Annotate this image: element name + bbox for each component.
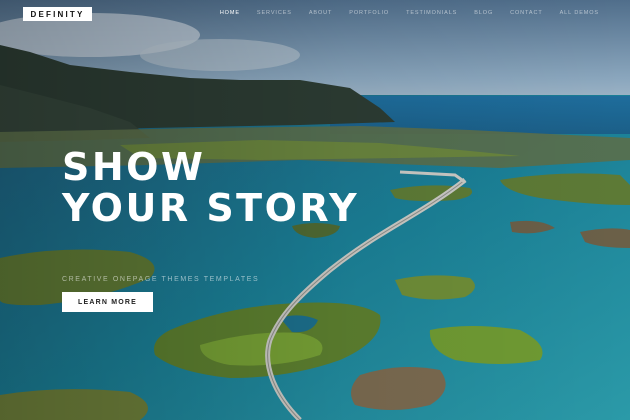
nav-item-home[interactable]: HOME bbox=[220, 10, 240, 16]
nav-item-blog[interactable]: BLOG bbox=[474, 10, 493, 16]
main-navigation: HOME SERVICES ABOUT PORTFOLIO TESTIMONIA… bbox=[203, 10, 599, 16]
nav-item-services[interactable]: SERVICES bbox=[257, 10, 292, 16]
hero-subtitle: CREATIVE ONEPAGE THEMES TEMPLATES bbox=[62, 276, 260, 283]
nav-item-all-demos[interactable]: ALL DEMOS bbox=[560, 10, 599, 16]
site-logo[interactable]: DEFINITY bbox=[23, 7, 92, 21]
learn-more-button[interactable]: LEARN MORE bbox=[62, 292, 153, 312]
nav-item-contact[interactable]: CONTACT bbox=[510, 10, 542, 16]
hero-title: SHOW YOUR STORY bbox=[62, 145, 360, 230]
nav-item-about[interactable]: ABOUT bbox=[309, 10, 332, 16]
nav-item-portfolio[interactable]: PORTFOLIO bbox=[349, 10, 389, 16]
nav-item-testimonials[interactable]: TESTIMONIALS bbox=[406, 10, 457, 16]
